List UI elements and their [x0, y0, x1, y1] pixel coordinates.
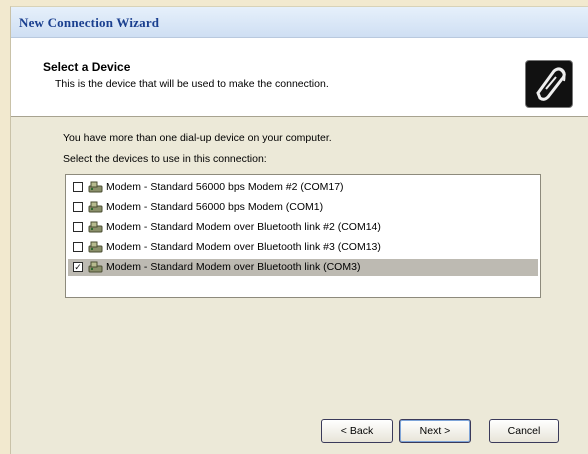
list-item[interactable]: Modem - Standard Modem over Bluetooth li… [68, 239, 538, 256]
list-item[interactable]: Modem - Standard 56000 bps Modem (COM1) [68, 199, 538, 216]
cancel-button[interactable]: Cancel [489, 419, 559, 443]
device-checkbox[interactable] [73, 242, 83, 252]
intro-text: You have more than one dial-up device on… [63, 132, 332, 144]
wizard-header: Select a Device This is the device that … [11, 38, 588, 117]
phone-icon [525, 60, 573, 108]
device-label: Modem - Standard Modem over Bluetooth li… [106, 241, 381, 253]
device-checkbox[interactable] [73, 222, 83, 232]
header-subtitle: This is the device that will be used to … [55, 78, 329, 90]
list-item[interactable]: Modem - Standard 56000 bps Modem #2 (COM… [68, 179, 538, 196]
device-label: Modem - Standard 56000 bps Modem (COM1) [106, 201, 324, 213]
back-button[interactable]: < Back [321, 419, 393, 443]
device-checkbox[interactable] [73, 202, 83, 212]
select-devices-label: Select the devices to use in this connec… [63, 153, 267, 165]
wizard-window: New Connection Wizard Select a Device Th… [10, 6, 588, 454]
device-label: Modem - Standard 56000 bps Modem #2 (COM… [106, 181, 344, 193]
window-title: New Connection Wizard [19, 15, 160, 30]
device-label: Modem - Standard Modem over Bluetooth li… [106, 221, 381, 233]
next-button[interactable]: Next > [399, 419, 471, 443]
modem-icon [88, 240, 103, 254]
modem-icon [88, 180, 103, 194]
title-bar[interactable]: New Connection Wizard [11, 7, 588, 38]
device-checkbox[interactable]: ✓ [73, 262, 83, 272]
modem-icon [88, 220, 103, 234]
modem-icon [88, 200, 103, 214]
device-label: Modem - Standard Modem over Bluetooth li… [106, 261, 361, 273]
list-item[interactable]: Modem - Standard Modem over Bluetooth li… [68, 219, 538, 236]
device-checkbox[interactable] [73, 182, 83, 192]
device-list[interactable]: Modem - Standard 56000 bps Modem #2 (COM… [65, 174, 541, 298]
modem-icon [88, 260, 103, 274]
header-title: Select a Device [43, 60, 131, 74]
list-item[interactable]: ✓ Modem - Standard Modem over Bluetooth l… [68, 259, 538, 276]
